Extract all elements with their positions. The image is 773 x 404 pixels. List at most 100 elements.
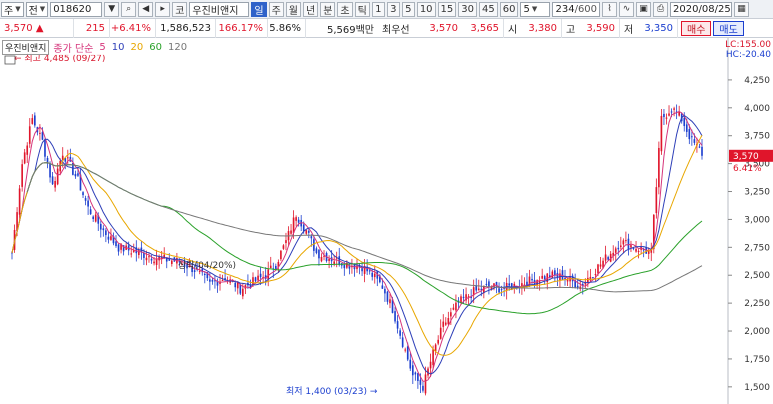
candle-body (84, 198, 87, 201)
toolbar-row-1: 주 ▼ 전 ▼ 018620 ▼ ⌕ ◀ ▸ 코 우진비앤지 일 주 월 년 분 초… (0, 0, 773, 19)
period-day-button[interactable]: 일 (251, 1, 267, 17)
candle-body (31, 118, 34, 124)
minute-45-button[interactable]: 45 (479, 1, 498, 17)
candle-body (361, 268, 363, 272)
print-icon[interactable]: ⎙ (653, 1, 669, 17)
candle-body (371, 272, 374, 277)
sound-icon[interactable]: ◀ (138, 1, 154, 17)
stock-type-select[interactable]: 전 ▼ (25, 1, 49, 17)
y-axis-label: 3,000 (744, 215, 770, 225)
y-axis-label: 1,500 (744, 383, 770, 393)
period-tick-button[interactable]: 틱 (354, 1, 370, 17)
candle-body (280, 250, 282, 260)
y-axis-label: 3,750 (744, 132, 770, 142)
candle-body (498, 288, 500, 293)
stock-name-field[interactable]: 우진비앤지 (189, 1, 250, 17)
minute-3-button[interactable]: 3 (386, 1, 400, 17)
candle-body (668, 113, 670, 116)
candle-body (607, 257, 609, 260)
sell-button[interactable]: 매도 (713, 20, 744, 36)
candle-body (56, 168, 59, 185)
save-icon[interactable]: ▣ (636, 1, 652, 17)
candle-body (673, 108, 675, 110)
candle-body (627, 238, 630, 250)
candle-body (401, 337, 404, 347)
candle-body (554, 270, 556, 275)
candle-body (221, 280, 224, 282)
minute-10-button[interactable]: 10 (416, 1, 436, 17)
legend-stock-name[interactable]: 우진비앤지 (2, 40, 50, 55)
period-minute-button[interactable]: 분 (320, 1, 336, 17)
chart-tool-icon[interactable]: ⌇ (602, 1, 618, 17)
candle-body (488, 281, 490, 287)
legend-ma-10[interactable]: 10 (112, 42, 125, 53)
candle-body (437, 339, 440, 344)
candle-body (409, 359, 412, 369)
period-second-button[interactable]: 초 (337, 1, 353, 17)
next-icon[interactable]: ▸ (155, 1, 171, 17)
buy-button[interactable]: 매수 (681, 20, 712, 36)
minute-30-button[interactable]: 30 (458, 1, 478, 17)
period-year-button[interactable]: 년 (303, 1, 319, 17)
legend-ma-5[interactable]: 5 (99, 42, 105, 53)
search-icon[interactable]: ⌕ (121, 1, 137, 17)
minute-15-button[interactable]: 15 (437, 1, 457, 17)
candle-body (26, 145, 29, 155)
candle-body (54, 181, 56, 188)
candle-body (663, 113, 665, 118)
price-chart[interactable]: 4,250 4,000 3,750 3,500 3,250 3,000 2,750 2,500… (0, 38, 773, 404)
candle-body (417, 373, 419, 381)
chevron-down-icon: ▼ (39, 5, 46, 13)
legend-ma-20[interactable]: 20 (131, 42, 144, 53)
legend-ma-120[interactable]: 120 (168, 42, 187, 53)
legend-ma-60[interactable]: 60 (149, 42, 162, 53)
candle-body (495, 281, 498, 286)
low-annotation: 최저 1,400 (03/23) → (286, 386, 378, 397)
period-week-button[interactable]: 주 (268, 1, 284, 17)
candle-body (318, 249, 320, 259)
candle-body (209, 279, 211, 282)
low-price: 3,350 (638, 18, 678, 38)
candle-body (34, 115, 36, 126)
ask-price: 3,570 (429, 22, 458, 34)
count-field[interactable]: 234/600 (552, 1, 601, 17)
minute-60-button[interactable]: 60 (499, 1, 519, 17)
candle-body (442, 321, 445, 327)
interval-select[interactable]: 5 ▼ (520, 1, 551, 17)
candle-body (290, 230, 292, 234)
candle-body (419, 379, 422, 385)
date-field[interactable]: 2020/08/25 (670, 1, 733, 17)
candle-body (373, 273, 376, 278)
candle-body (89, 209, 92, 215)
candle-body (477, 288, 480, 291)
candle-body (622, 240, 625, 245)
high-price: 3,590 (580, 18, 620, 38)
stock-code-input[interactable]: 018620 (50, 1, 103, 17)
candle-body (485, 283, 488, 285)
minute-5-button[interactable]: 5 (401, 1, 415, 17)
candle-body (282, 245, 285, 249)
candle-body (23, 152, 26, 164)
candle-body (432, 349, 434, 366)
candle-body (685, 124, 688, 132)
quote-bar: 3,570 ▲ 215 +6.41% 1,586,523 166.17% 5.8… (0, 18, 773, 38)
candle-body (411, 365, 414, 376)
minute-1-button[interactable]: 1 (371, 1, 385, 17)
hc-label: HC:-20.40 (726, 50, 771, 60)
candle-body (386, 291, 389, 302)
candlestick-chart[interactable]: 4,2504,0003,7503,5003,2503,0002,7502,500… (0, 38, 773, 404)
calendar-icon[interactable]: ▦ (734, 1, 750, 17)
dropdown-button[interactable]: ▼ (104, 1, 120, 17)
candle-body (92, 216, 95, 220)
period-month-button[interactable]: 월 (285, 1, 301, 17)
candle-body (396, 321, 399, 329)
candle-body (594, 274, 597, 276)
current-price: 3,570 ▲ (0, 18, 74, 38)
market-select[interactable]: 주 ▼ (1, 1, 24, 17)
indicator-icon[interactable]: ∿ (619, 1, 635, 17)
candle-body (630, 245, 632, 248)
candle-body (452, 307, 455, 310)
candle-body (94, 214, 97, 222)
candle-body (404, 349, 407, 351)
candle-body (625, 240, 627, 242)
